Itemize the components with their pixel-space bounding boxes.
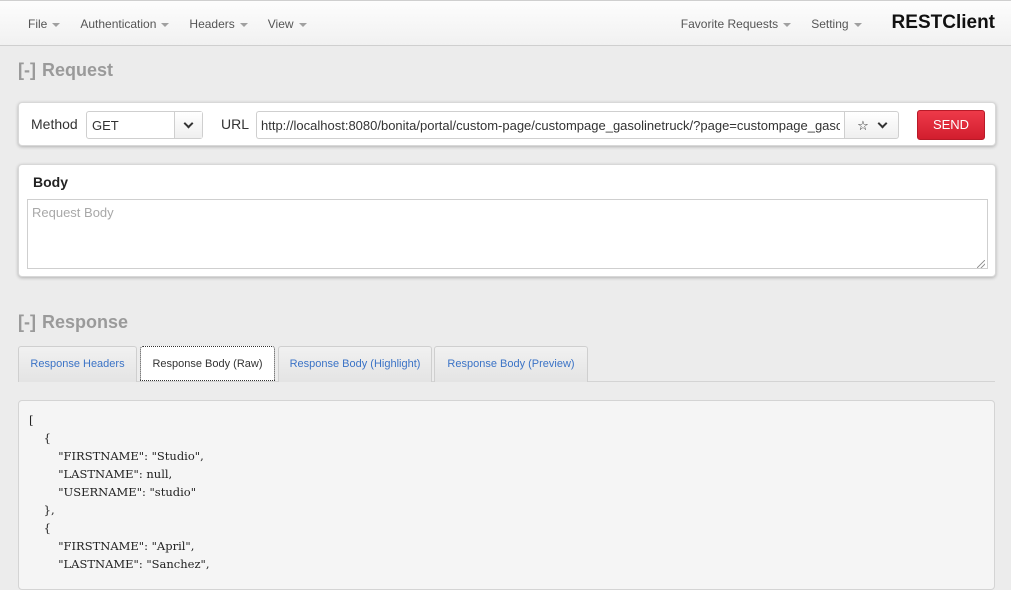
request-collapse-toggle[interactable]: [-] <box>18 60 36 80</box>
response-body-raw[interactable]: [ { "FIRSTNAME": "Studio", "LASTNAME": n… <box>29 411 209 573</box>
tab-response-headers[interactable]: Response Headers <box>18 346 137 382</box>
caret-down-icon <box>52 23 61 27</box>
method-label: Method <box>31 116 78 132</box>
menu-favorite-requests[interactable]: Favorite Requests <box>671 1 801 47</box>
menu-favorite-requests-label: Favorite Requests <box>680 17 779 31</box>
star-icon[interactable]: ☆ <box>857 119 869 132</box>
url-label: URL <box>221 116 250 132</box>
menu-setting[interactable]: Setting <box>801 1 871 47</box>
caret-down-icon <box>298 23 307 27</box>
method-value: GET <box>92 118 119 133</box>
caret-down-icon <box>853 23 862 27</box>
top-navbar: File Authentication Headers View Favorit… <box>0 0 1011 46</box>
menu-view-label: View <box>267 17 294 31</box>
body-card: Body <box>18 164 996 277</box>
menu-authentication[interactable]: Authentication <box>70 1 179 47</box>
menu-headers-label: Headers <box>189 17 235 31</box>
request-title: Request <box>41 60 113 80</box>
nav-right: Favorite Requests Setting RESTClient <box>671 1 1011 47</box>
response-collapse-toggle[interactable]: [-] <box>18 312 36 332</box>
caret-down-icon <box>783 23 792 27</box>
response-tabs: Response Headers Response Body (Raw) Res… <box>18 346 995 382</box>
request-section-title: [-] Request <box>18 60 113 81</box>
app-brand: RESTClient <box>891 12 995 33</box>
menu-setting-label: Setting <box>811 17 849 31</box>
method-select[interactable]: GET <box>86 111 203 139</box>
menu-file[interactable]: File <box>18 1 70 47</box>
chevron-down-icon <box>183 118 194 128</box>
chevron-down-icon[interactable] <box>877 118 888 128</box>
menu-view[interactable]: View <box>258 1 317 47</box>
nav-left: File Authentication Headers View <box>18 1 317 47</box>
caret-down-icon <box>239 23 248 27</box>
method-dropdown-button[interactable] <box>174 112 202 138</box>
menu-authentication-label: Authentication <box>80 17 157 31</box>
request-body-input[interactable] <box>27 199 988 269</box>
url-addon: ☆ <box>844 111 899 139</box>
tab-response-body-highlight[interactable]: Response Body (Highlight) <box>278 346 432 382</box>
tab-response-body-preview[interactable]: Response Body (Preview) <box>434 346 588 382</box>
menu-headers[interactable]: Headers <box>179 1 257 47</box>
caret-down-icon <box>161 23 170 27</box>
resize-grip-icon[interactable] <box>977 260 985 268</box>
body-heading: Body <box>33 174 68 190</box>
menu-file-label: File <box>28 17 48 31</box>
send-button[interactable]: SEND <box>917 110 985 140</box>
response-title: Response <box>41 312 129 332</box>
tab-response-body-raw[interactable]: Response Body (Raw) <box>140 346 275 381</box>
response-body-panel: [ { "FIRSTNAME": "Studio", "LASTNAME": n… <box>18 400 995 590</box>
request-card: Method GET URL ☆ SEND <box>18 102 996 146</box>
url-input[interactable] <box>256 111 844 139</box>
response-section-title: [-] Response <box>18 312 128 333</box>
